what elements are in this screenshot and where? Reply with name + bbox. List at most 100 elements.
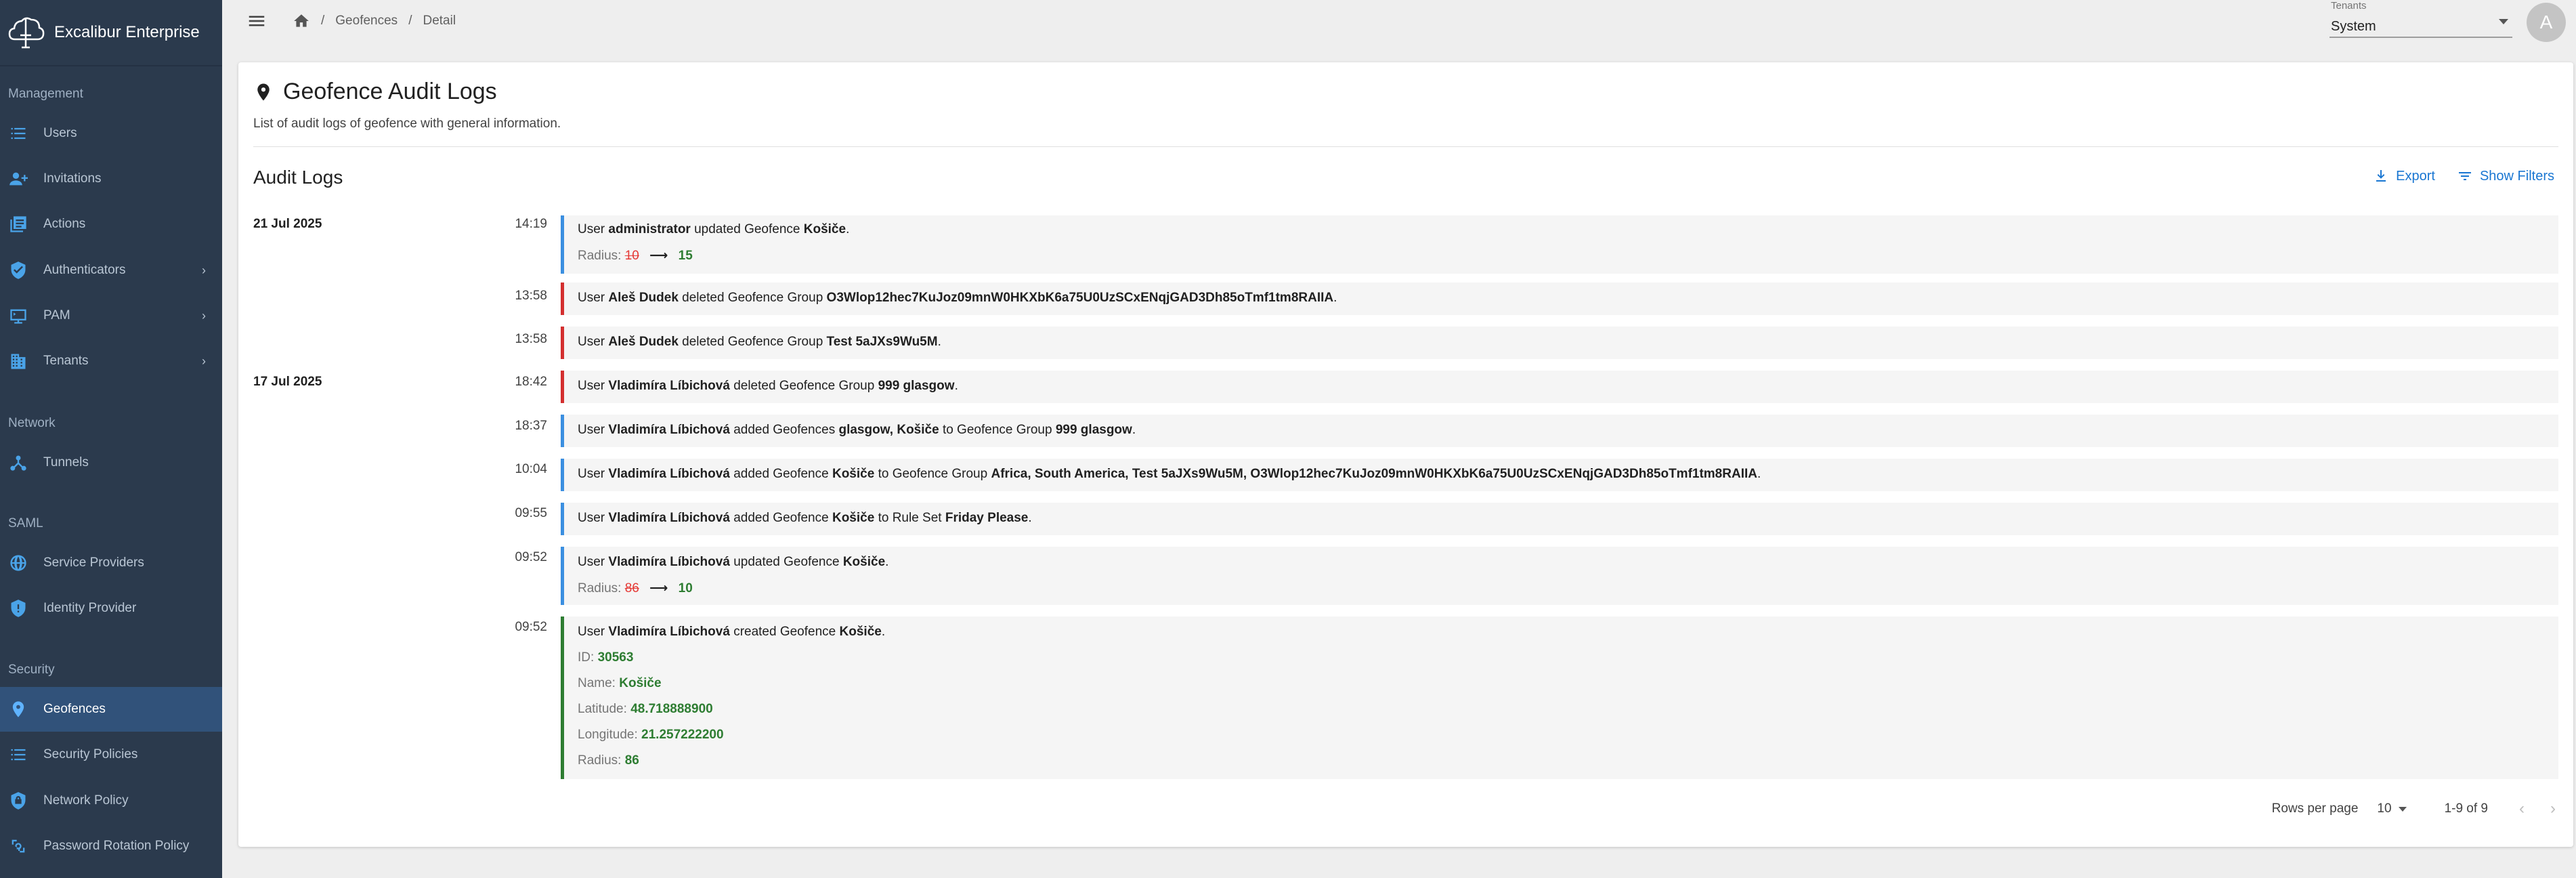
section-label-network: Network <box>8 416 56 430</box>
menu-toggle-button[interactable] <box>245 9 268 33</box>
rows-per-page-select[interactable]: 10 <box>2377 801 2407 816</box>
sidebar-item-label: Security Policies <box>43 747 138 761</box>
sidebar-item-pam[interactable]: PAM › <box>0 293 222 338</box>
chevron-right-icon: › <box>202 263 206 277</box>
sidebar-item-password-rotation-policy[interactable]: Password Rotation Policy <box>0 824 222 869</box>
log-message: User Vladimíra Líbichová updated Geofenc… <box>578 555 889 569</box>
sidebar-item-label: Invitations <box>43 171 102 186</box>
log-target: Košiče <box>842 555 886 569</box>
sidebar-item-network-policy[interactable]: Network Policy <box>0 778 222 823</box>
app-title: Excalibur Enterprise <box>54 23 200 41</box>
field-label: ID: <box>578 650 595 665</box>
home-icon[interactable] <box>293 12 310 30</box>
section-label-security: Security <box>8 663 55 677</box>
user-prefix: User <box>578 335 605 349</box>
sidebar-item-actions[interactable]: Actions <box>0 202 222 247</box>
log-verb: deleted Geofence Group <box>733 379 875 393</box>
shield-icon <box>8 598 28 619</box>
sidebar-item-users[interactable]: Users <box>0 111 222 156</box>
breadcrumb-item-geofences[interactable]: Geofences <box>335 14 398 28</box>
log-entry: User Vladimíra Líbichová deleted Geofenc… <box>561 371 2558 403</box>
list-icon <box>8 123 28 144</box>
log-date: 17 Jul 2025 <box>253 375 322 389</box>
log-target: glasgow, Košiče <box>838 423 939 437</box>
dropdown-arrow-icon <box>2499 19 2508 24</box>
page-title-text: Geofence Audit Logs <box>283 79 497 104</box>
sidebar-item-invitations[interactable]: Invitations <box>0 156 222 201</box>
excalibur-logo-icon <box>8 17 45 49</box>
user-prefix: User <box>578 291 605 305</box>
show-filters-label: Show Filters <box>2479 168 2554 184</box>
arrow-icon: ⟶ <box>649 249 668 263</box>
sidebar-item-label: Identity Provider <box>43 601 137 615</box>
sidebar-item-service-providers[interactable]: Service Providers <box>0 541 222 585</box>
change-field: Radius: <box>578 581 622 595</box>
log-verb: to Rule Set <box>878 511 942 525</box>
arrow-icon: ⟶ <box>649 581 668 595</box>
old-value: 10 <box>624 249 639 263</box>
download-icon <box>2376 170 2386 182</box>
sidebar-item-tenants[interactable]: Tenants › <box>0 339 222 383</box>
log-target: Košiče <box>839 625 882 639</box>
created-field: Longitude: 21.257222200 <box>578 728 724 743</box>
user-prefix: User <box>578 467 605 481</box>
log-verb: added Geofences <box>733 423 836 437</box>
log-target: O3Wlop12hec7KuJoz09mnW0HKXbK6a75U0UzSCxE… <box>826 291 1334 305</box>
brand[interactable]: Excalibur Enterprise <box>0 0 222 66</box>
sidebar-item-security-policies[interactable]: Security Policies <box>0 732 222 777</box>
hamburger-icon <box>249 16 265 26</box>
log-target: Test 5aJXs9Wu5M <box>826 335 938 349</box>
sidebar-item-label: Tunnels <box>43 455 89 469</box>
sidebar-item-geofences[interactable]: Geofences <box>0 687 222 732</box>
log-user: Vladimíra Líbichová <box>608 625 730 639</box>
previous-page-button[interactable]: ‹ <box>2519 799 2525 818</box>
created-field: Latitude: 48.718888900 <box>578 702 713 717</box>
log-time: 18:37 <box>515 419 547 433</box>
next-page-button[interactable]: › <box>2550 799 2556 818</box>
log-time: 18:42 <box>515 375 547 389</box>
breadcrumb-item-detail: Detail <box>423 14 456 28</box>
user-prefix: User <box>578 511 605 525</box>
list-icon <box>8 745 28 765</box>
new-value: 10 <box>678 581 693 595</box>
globe-icon <box>8 553 28 573</box>
sidebar-item-tunnels[interactable]: Tunnels <box>0 440 222 485</box>
created-field: ID: 30563 <box>578 650 633 665</box>
log-user: Aleš Dudek <box>608 335 679 349</box>
log-entry: User Vladimíra Líbichová added Geofences… <box>561 415 2558 447</box>
log-verb: to Geofence Group <box>878 467 988 481</box>
filter-icon <box>2458 172 2471 180</box>
log-user: Vladimíra Líbichová <box>608 511 730 525</box>
export-button[interactable]: Export <box>2373 168 2435 184</box>
log-user: administrator <box>608 222 691 236</box>
avatar[interactable]: A <box>2527 3 2566 42</box>
chevron-right-icon: › <box>202 308 206 322</box>
log-verb: updated Geofence <box>694 222 800 236</box>
log-target: Friday Please <box>945 511 1029 525</box>
log-entry: User Vladimíra Líbichová created Geofenc… <box>561 616 2558 779</box>
user-prefix: User <box>578 423 605 437</box>
terminal-icon <box>8 306 28 326</box>
log-time: 09:52 <box>515 620 547 634</box>
log-entry: User Aleš Dudek deleted Geofence Group T… <box>561 327 2558 359</box>
person-add-icon <box>8 169 28 189</box>
top-bar: / Geofences / Detail <box>222 0 2576 42</box>
log-message: User administrator updated Geofence Koši… <box>578 222 850 236</box>
breadcrumb: / Geofences / Detail <box>293 12 456 30</box>
field-value: 86 <box>624 753 639 768</box>
created-field: Name: Košiče <box>578 676 662 691</box>
sidebar-item-authenticators[interactable]: Authenticators › <box>0 248 222 293</box>
log-verb: added Geofence <box>733 511 829 525</box>
log-message: User Vladimíra Líbichová added Geofence … <box>578 511 1032 525</box>
log-verb: to Geofence Group <box>942 423 1052 437</box>
user-prefix: User <box>578 625 605 639</box>
log-verb: created Geofence <box>733 625 836 639</box>
field-value: Košiče <box>619 676 662 690</box>
log-verb: added Geofence <box>733 467 829 481</box>
new-value: 15 <box>678 249 693 263</box>
show-filters-button[interactable]: Show Filters <box>2457 168 2554 184</box>
tenants-select[interactable]: Tenants System <box>2330 0 2512 38</box>
shield-lock-icon <box>8 791 28 811</box>
section-label-saml: SAML <box>8 516 43 530</box>
sidebar-item-identity-provider[interactable]: Identity Provider <box>0 586 222 631</box>
